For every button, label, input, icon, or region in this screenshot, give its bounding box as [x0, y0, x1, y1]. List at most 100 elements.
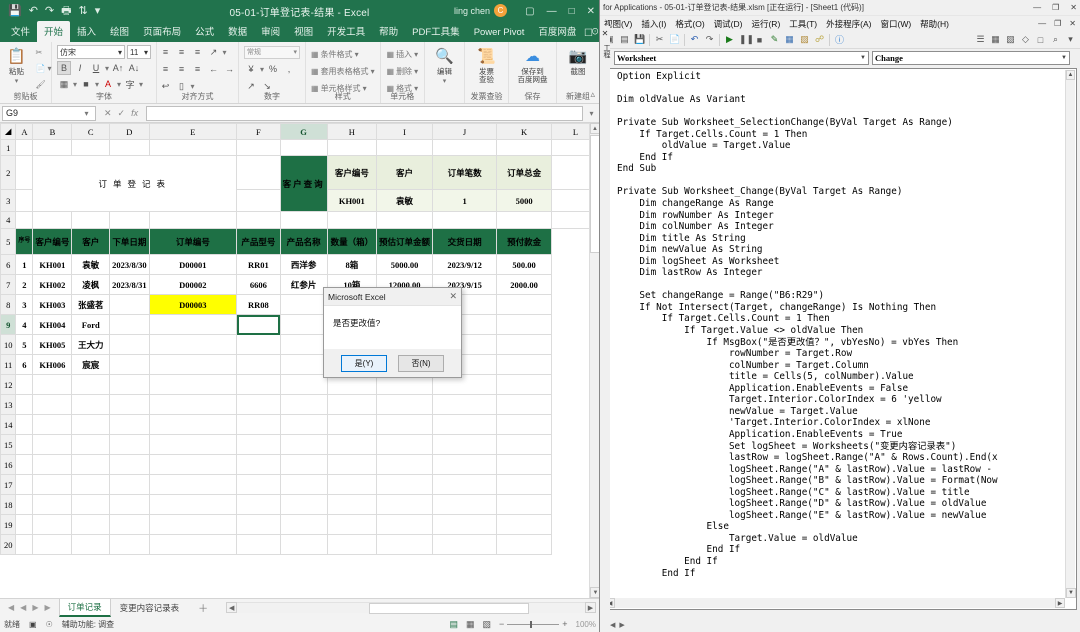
ribbon-group-cells[interactable]: ▦ 插入 ▾ ▦ 删除 ▾ ▦ 格式 ▾ 单元格 [381, 42, 425, 103]
cell[interactable]: 2 [15, 274, 34, 295]
orientation-icon[interactable]: ↗ [207, 45, 221, 59]
cell[interactable] [236, 454, 281, 475]
menu-insert[interactable]: 插入(I) [641, 18, 666, 30]
query-value-order-total[interactable]: 5000 [496, 189, 553, 212]
screenshot-button[interactable]: 📷 截图 [561, 45, 595, 76]
ribbon-tab-baidu-netdisk[interactable]: 百度网盘 [531, 21, 583, 42]
cancel-formula-icon[interactable]: ✕ [104, 108, 112, 119]
cell[interactable]: 500.00 [496, 254, 553, 275]
cell[interactable] [432, 434, 498, 455]
account-area[interactable]: ling chen C [454, 4, 507, 17]
indent-increase-icon[interactable]: → [223, 62, 237, 76]
insert-function-icon[interactable]: fx [131, 108, 138, 119]
cell[interactable] [236, 394, 281, 415]
page-layout-view-icon[interactable]: ▦ [466, 619, 475, 630]
row-header-2[interactable]: 2 [0, 155, 17, 190]
insert-module-icon[interactable]: ▤ [619, 34, 630, 45]
run-icon[interactable]: ▶ [724, 34, 735, 45]
minimize-icon[interactable]: — [1033, 3, 1041, 12]
cell[interactable] [496, 334, 553, 355]
prev-sheet-icon[interactable]: ◀ [20, 603, 26, 612]
cell[interactable] [32, 454, 73, 475]
ribbon-group-number[interactable]: 常规 ▾ ¥ ▾ % , ↗ ↘ 数字 [239, 42, 306, 103]
cell[interactable] [71, 474, 111, 495]
cell[interactable] [71, 139, 111, 156]
row-header-5[interactable]: 5 [0, 228, 17, 255]
ribbon[interactable]: 📋 粘贴 ▾ ✂ 📄 ▾ 🖌 剪贴板 仿宋 ▾ 11 ▾ B I U ▾ A↑ … [0, 42, 599, 104]
cell[interactable] [71, 394, 111, 415]
zoom-slider[interactable]: − + [499, 619, 568, 629]
scroll-down-icon[interactable]: ▼ [1066, 588, 1076, 598]
cell[interactable] [109, 394, 150, 415]
cell[interactable] [326, 514, 378, 535]
cell[interactable]: RR01 [236, 254, 281, 275]
currency-format-icon[interactable]: ¥ [244, 62, 258, 76]
cell[interactable] [32, 139, 73, 156]
chevron-down-icon[interactable]: ▾ [95, 80, 99, 89]
ribbon-tab-strip[interactable]: 文件 开始 插入 绘图 页面布局 公式 数据 审阅 视图 开发工具 帮助 PDF… [0, 21, 599, 42]
cell[interactable] [496, 374, 553, 395]
cell[interactable]: 6 [15, 354, 34, 375]
cell[interactable]: KH004 [32, 314, 73, 335]
doc-minimize-icon[interactable]: — [1038, 19, 1046, 28]
cell[interactable]: 西洋参 [279, 254, 328, 275]
th-product-name[interactable]: 产品名称 [279, 228, 328, 255]
align-top-icon[interactable]: ≡ [159, 45, 173, 59]
ribbon-tab-formulas[interactable]: 公式 [188, 21, 221, 42]
collapse-ribbon-icon[interactable]: ▵ [590, 89, 595, 100]
align-icon[interactable]: ☰ [975, 34, 986, 45]
cell[interactable] [236, 434, 281, 455]
cell[interactable] [236, 374, 281, 395]
design-mode-icon[interactable]: ✎ [769, 34, 780, 45]
row-header-1[interactable]: 1 [0, 139, 17, 156]
menu-tools[interactable]: 工具(T) [789, 18, 817, 30]
formula-input[interactable] [146, 105, 583, 121]
cell[interactable] [15, 434, 34, 455]
cell[interactable] [109, 294, 150, 315]
print-preview-icon[interactable]: 🖶 [61, 5, 71, 17]
number-format-combo[interactable]: 常规 ▾ [244, 45, 300, 59]
cell[interactable] [32, 374, 73, 395]
table-row[interactable]: 19 [0, 514, 600, 535]
chevron-down-icon[interactable]: ▾ [414, 50, 418, 59]
chevron-down-icon[interactable]: ▾ [260, 65, 264, 74]
cell[interactable] [376, 139, 434, 156]
paste-button[interactable]: 📋 粘贴 ▾ [0, 45, 34, 85]
chevron-down-icon[interactable]: ▾ [443, 77, 447, 85]
cut-icon[interactable]: ✂ [654, 34, 665, 45]
prev-icon[interactable]: ◀ [610, 621, 615, 629]
cell[interactable] [236, 334, 281, 355]
first-sheet-icon[interactable]: ◀ [8, 603, 14, 612]
cell[interactable] [326, 414, 378, 435]
col-header-G[interactable]: G [279, 123, 328, 140]
properties-window-icon[interactable]: ▨ [799, 34, 810, 45]
cell[interactable] [496, 414, 553, 435]
cell[interactable] [109, 139, 150, 156]
code-editor[interactable]: Option Explicit Dim oldValue As Variant … [603, 68, 1077, 610]
table-row[interactable]: 4 [0, 211, 599, 229]
cell[interactable] [432, 474, 498, 495]
invoice-check-button[interactable]: 📜 发票 查验 [470, 45, 504, 85]
delete-cells-icon[interactable]: ▦ [387, 67, 395, 76]
ribbon-group-invoice-check[interactable]: 📜 发票 查验 发票查验 [465, 42, 509, 103]
cell[interactable]: 4 [15, 314, 34, 335]
cell[interactable]: 红参片 [279, 274, 328, 295]
cell[interactable] [496, 354, 553, 375]
save-to-baidu-button[interactable]: ☁ 保存到 百度网盘 [512, 45, 554, 85]
fill-color-icon[interactable]: ■ [79, 77, 93, 91]
table-row[interactable]: 20 [0, 534, 600, 555]
close-icon[interactable]: ✕ [449, 291, 457, 302]
align-middle-icon[interactable]: ≡ [175, 45, 189, 59]
cut-icon[interactable]: ✂ [36, 48, 43, 57]
message-box-dialog[interactable]: Microsoft Excel ✕ 是否更改值? 是(Y) 否(N) [323, 287, 462, 378]
cell[interactable] [15, 474, 34, 495]
sheet-tab-row[interactable]: ◀ ◀ ▶ ▶ 订单记录 变更内容记录表 ＋ ◀ ▶ [0, 598, 599, 617]
ribbon-group-save[interactable]: ☁ 保存到 百度网盘 保存 [509, 42, 557, 103]
chevron-down-icon[interactable]: ▾ [73, 80, 77, 89]
row-header-19[interactable]: 19 [0, 514, 17, 535]
cell[interactable] [376, 211, 434, 229]
cell[interactable] [236, 189, 281, 212]
excel-window-buttons[interactable]: ▢ — □ ✕ [525, 0, 595, 22]
ribbon-tab-help[interactable]: 帮助 [372, 21, 405, 42]
cell[interactable] [326, 454, 378, 475]
